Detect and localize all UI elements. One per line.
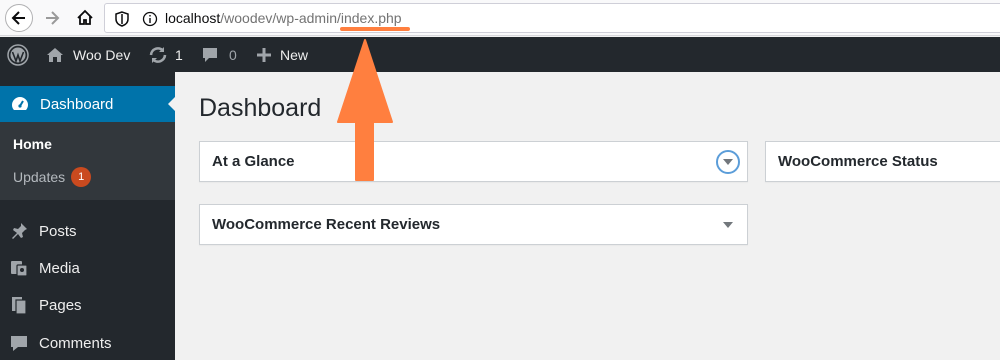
widget-woocommerce-recent-reviews: WooCommerce Recent Reviews — [199, 204, 748, 245]
sidebar-item-dashboard[interactable]: Dashboard — [0, 86, 176, 122]
comment-bubble-icon — [203, 47, 217, 62]
info-icon[interactable] — [142, 11, 158, 27]
refresh-icon — [149, 46, 167, 63]
updates-link[interactable]: 1 — [148, 37, 183, 72]
sidebar-item-label: Dashboard — [40, 95, 114, 113]
submenu-item-updates[interactable]: Updates 1 — [13, 167, 92, 187]
sidebar-item-comments[interactable]: Comments — [0, 326, 175, 360]
home-button[interactable] — [71, 4, 99, 32]
media-icon — [11, 261, 28, 277]
widget-title[interactable]: WooCommerce Recent Reviews — [212, 216, 440, 233]
comments-icon — [11, 336, 27, 351]
sidebar-item-media[interactable]: Media — [0, 251, 175, 285]
site-name-label: Woo Dev — [73, 46, 131, 63]
url-host: localhost — [165, 10, 221, 26]
address-bar[interactable]: localhost/woodev/wp-admin/index.php — [104, 3, 1000, 33]
caret-down-icon[interactable] — [723, 222, 733, 228]
admin-bar: Woo Dev 1 0 New — [0, 37, 1000, 72]
caret-down-icon — [723, 159, 733, 165]
sidebar-item-label: Comments — [39, 334, 112, 352]
site-name-link[interactable]: Woo Dev — [46, 37, 130, 72]
sidebar-item-label: Media — [39, 259, 80, 277]
url-path: /woodev/wp-admin/index.php — [220, 10, 402, 26]
current-menu-pointer — [168, 96, 176, 112]
forward-button[interactable] — [38, 4, 66, 32]
url-text[interactable]: localhost/woodev/wp-admin/index.php — [165, 10, 402, 26]
pin-icon — [12, 223, 27, 239]
sidebar-item-posts[interactable]: Posts — [0, 214, 175, 248]
new-content-link[interactable]: New — [256, 37, 308, 72]
widget-toggle-button[interactable] — [716, 150, 740, 174]
submenu-item-label: Updates — [13, 169, 66, 185]
widget-woocommerce-status: WooCommerce Status — [765, 141, 1000, 182]
dashboard-gauge-icon — [12, 97, 28, 110]
plus-icon — [257, 47, 271, 62]
back-button[interactable] — [5, 4, 33, 32]
pages-icon — [12, 297, 27, 315]
home-icon — [77, 9, 93, 25]
arrow-right-icon — [46, 11, 60, 25]
page-title: Dashboard — [199, 94, 322, 122]
widget-at-a-glance: At a Glance — [199, 141, 748, 182]
dashboard-submenu: Home Updates 1 — [0, 122, 175, 200]
house-icon — [47, 47, 63, 62]
sidebar-item-label: Pages — [39, 296, 82, 314]
admin-sidebar: Dashboard Home Updates 1 Posts Media Pag… — [0, 72, 176, 360]
arrow-left-icon — [11, 11, 25, 25]
comments-count: 0 — [229, 46, 237, 63]
shield-icon[interactable] — [114, 11, 130, 27]
widget-title[interactable]: At a Glance — [212, 153, 295, 170]
browser-toolbar: localhost/woodev/wp-admin/index.php — [0, 0, 1000, 36]
sidebar-item-label: Posts — [39, 222, 77, 240]
wordpress-logo-icon — [7, 43, 29, 66]
update-count-badge: 1 — [71, 167, 92, 187]
new-label: New — [280, 46, 309, 63]
comments-link[interactable]: 0 — [201, 37, 237, 72]
submenu-item-home[interactable]: Home — [13, 136, 52, 152]
sidebar-item-pages[interactable]: Pages — [0, 288, 175, 322]
widget-title[interactable]: WooCommerce Status — [778, 153, 938, 170]
updates-count: 1 — [175, 46, 183, 63]
wordpress-logo-button[interactable] — [7, 37, 29, 72]
